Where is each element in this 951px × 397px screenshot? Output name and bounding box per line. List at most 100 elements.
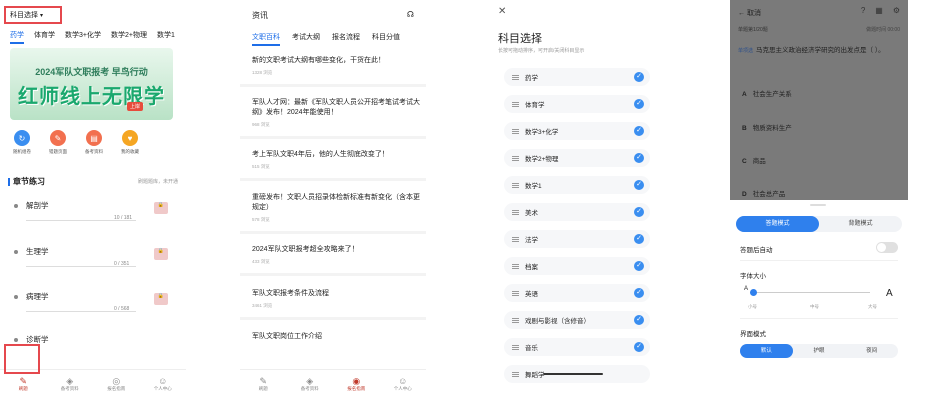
tab-subject-4[interactable]: 数学1 — [157, 30, 175, 44]
drag-handle-icon[interactable] — [512, 344, 519, 350]
theme-label: 界面模式 — [740, 331, 766, 338]
divider — [240, 84, 426, 87]
auto-next-toggle[interactable] — [876, 242, 898, 253]
subject-row[interactable]: 药学 ✓ — [504, 68, 650, 86]
check-icon[interactable]: ✓ — [634, 153, 644, 163]
drag-handle-icon[interactable] — [512, 182, 519, 188]
drag-handle-icon[interactable] — [512, 290, 519, 296]
check-icon[interactable]: ✓ — [634, 207, 644, 217]
subject-row[interactable]: 美术 ✓ — [504, 203, 650, 221]
compass-icon: ◉ — [352, 375, 361, 386]
mode-recite[interactable]: 背题模式 — [819, 216, 902, 232]
quick-random-paper[interactable]: ↻ 随机组卷 — [10, 130, 34, 155]
news-item[interactable]: 军队文职报考条件及流程 3461 浏览 — [240, 289, 426, 320]
divider — [740, 260, 898, 261]
subject-row[interactable]: 戏剧与影视（含修音） ✓ — [504, 311, 650, 329]
chevron-down-icon: ▾ — [40, 13, 44, 19]
headset-icon[interactable]: ☊ — [407, 10, 414, 19]
news-item[interactable]: 重磅发布！文职人员招录体检新标准有新变化（含本更规定） 578 浏览 — [240, 193, 426, 234]
tab-profile[interactable]: ☺ 个人中心 — [148, 376, 178, 392]
subject-row[interactable]: 数学1 ✓ — [504, 176, 650, 194]
tab-practice[interactable]: ✎ 刷题 — [248, 376, 278, 392]
tab-profile[interactable]: ☺ 个人中心 — [388, 376, 418, 392]
subject-select-button[interactable]: 科目选择 ▾ — [4, 6, 62, 24]
tab-subject-1[interactable]: 体育学 — [34, 30, 55, 44]
tab-practice[interactable]: ✎ 刷题 — [8, 376, 38, 392]
check-icon[interactable]: ✓ — [634, 288, 644, 298]
subject-row[interactable]: 档案 ✓ — [504, 257, 650, 275]
check-icon[interactable]: ✓ — [634, 99, 644, 109]
news-item[interactable]: 2024军队文职报考超全攻略来了！ 433 浏览 — [240, 245, 426, 276]
help-icon[interactable]: ? — [861, 6, 865, 15]
check-icon[interactable]: ✓ — [634, 315, 644, 325]
answer-option[interactable]: D 社会总产品 — [742, 188, 785, 198]
quick-materials[interactable]: ▤ 备考资料 — [82, 130, 106, 155]
answer-option[interactable]: C 商品 — [742, 155, 766, 165]
check-icon[interactable]: ✓ — [634, 126, 644, 136]
theme-eye[interactable]: 护眼 — [793, 344, 846, 358]
tab-process[interactable]: 报名流程 — [332, 32, 360, 46]
check-icon[interactable]: ✓ — [634, 342, 644, 352]
promo-banner[interactable]: 2024军队文职报考 早鸟行动 红师线上无限学 上岸 — [10, 48, 173, 120]
favorite-icon: ♥ — [122, 130, 138, 146]
news-item[interactable]: 军队人才网：最新《军队文职人员公开招考笔试考试大纲》发布！2024年能使用！ 96… — [240, 98, 426, 139]
tab-wiki[interactable]: 文职百科 — [252, 32, 280, 46]
news-item[interactable]: 新的文职考试大纲有哪些变化，干货在此！ 1328 浏览 — [240, 56, 426, 87]
drag-handle-icon[interactable] — [512, 263, 519, 269]
chapter-item[interactable]: 生理学 0 / 351 🔒 — [14, 246, 174, 276]
check-icon[interactable]: ✓ — [634, 72, 644, 82]
news-item[interactable]: 考上军队文职4年后，他的人生彻底改变了！ 515 浏览 — [240, 150, 426, 181]
chapter-item[interactable]: 病理学 0 / 568 🔒 — [14, 291, 174, 321]
close-icon[interactable]: ✕ — [498, 6, 506, 17]
tab-subject-0[interactable]: 药学 — [10, 30, 24, 44]
answer-option[interactable]: B 物质资料生产 — [742, 122, 792, 132]
quick-wrong-questions[interactable]: ✎ 错题页面 — [46, 130, 70, 155]
grid-icon[interactable]: ▦ — [875, 6, 883, 15]
sheet-handle[interactable] — [810, 204, 826, 206]
drag-handle-icon[interactable] — [512, 371, 519, 377]
theme-night[interactable]: 夜间 — [845, 344, 898, 358]
subject-row[interactable]: 数学3+化学 ✓ — [504, 122, 650, 140]
tab-scores[interactable]: 科目分值 — [372, 32, 400, 46]
answer-option[interactable]: A 社会生产关系 — [742, 88, 792, 98]
drag-handle-icon[interactable] — [512, 317, 519, 323]
tab-subject-3[interactable]: 数学2+物理 — [111, 30, 147, 44]
tab-materials[interactable]: ◈ 备考资料 — [55, 376, 85, 392]
subject-row[interactable]: 体育学 ✓ — [504, 95, 650, 113]
subject-label: 英语 — [525, 291, 538, 298]
quick-favorites[interactable]: ♥ 我的收藏 — [118, 130, 142, 155]
settings-icon[interactable]: ⚙ — [893, 6, 900, 15]
drag-handle-icon[interactable] — [512, 128, 519, 134]
drag-handle-icon[interactable] — [512, 74, 519, 80]
theme-default[interactable]: 默认 — [740, 344, 793, 358]
mode-answer[interactable]: 答题模式 — [736, 216, 819, 232]
news-item[interactable]: 军队文职岗位工作介绍 — [252, 332, 420, 342]
subject-select-label: 科目选择 — [10, 12, 38, 19]
drag-handle-icon[interactable] — [512, 155, 519, 161]
subject-row[interactable]: 音乐 ✓ — [504, 338, 650, 356]
tab-materials[interactable]: ◈ 备考资料 — [295, 376, 325, 392]
drag-handle-icon[interactable] — [512, 236, 519, 242]
tab-syllabus[interactable]: 考试大纲 — [292, 32, 320, 46]
tab-subject-2[interactable]: 数学3+化学 — [65, 30, 101, 44]
drag-handle-icon[interactable] — [512, 101, 519, 107]
back-cancel-button[interactable]: ← 取消 — [738, 8, 761, 18]
tab-guide[interactable]: ◎ 报名指南 — [101, 376, 131, 392]
divider — [240, 317, 426, 320]
news-meta: 515 浏览 — [252, 164, 270, 169]
option-text: 社会总产品 — [752, 191, 786, 198]
tab-guide[interactable]: ◉ 报名指南 — [341, 376, 371, 392]
check-icon[interactable]: ✓ — [634, 180, 644, 190]
font-size-slider[interactable] — [750, 289, 870, 296]
chapter-dot — [14, 204, 18, 208]
news-title: 军队文职岗位工作介绍 — [252, 333, 322, 340]
chapter-item[interactable]: 解剖学 10 / 181 🔒 — [14, 200, 174, 230]
slider-knob[interactable] — [750, 289, 757, 296]
subject-row[interactable]: 数学2+物理 ✓ — [504, 149, 650, 167]
check-icon[interactable]: ✓ — [634, 261, 644, 271]
drag-handle-icon[interactable] — [512, 209, 519, 215]
subject-row[interactable]: 英语 ✓ — [504, 284, 650, 302]
check-icon[interactable]: ✓ — [634, 234, 644, 244]
divider — [740, 318, 898, 319]
subject-row[interactable]: 法学 ✓ — [504, 230, 650, 248]
